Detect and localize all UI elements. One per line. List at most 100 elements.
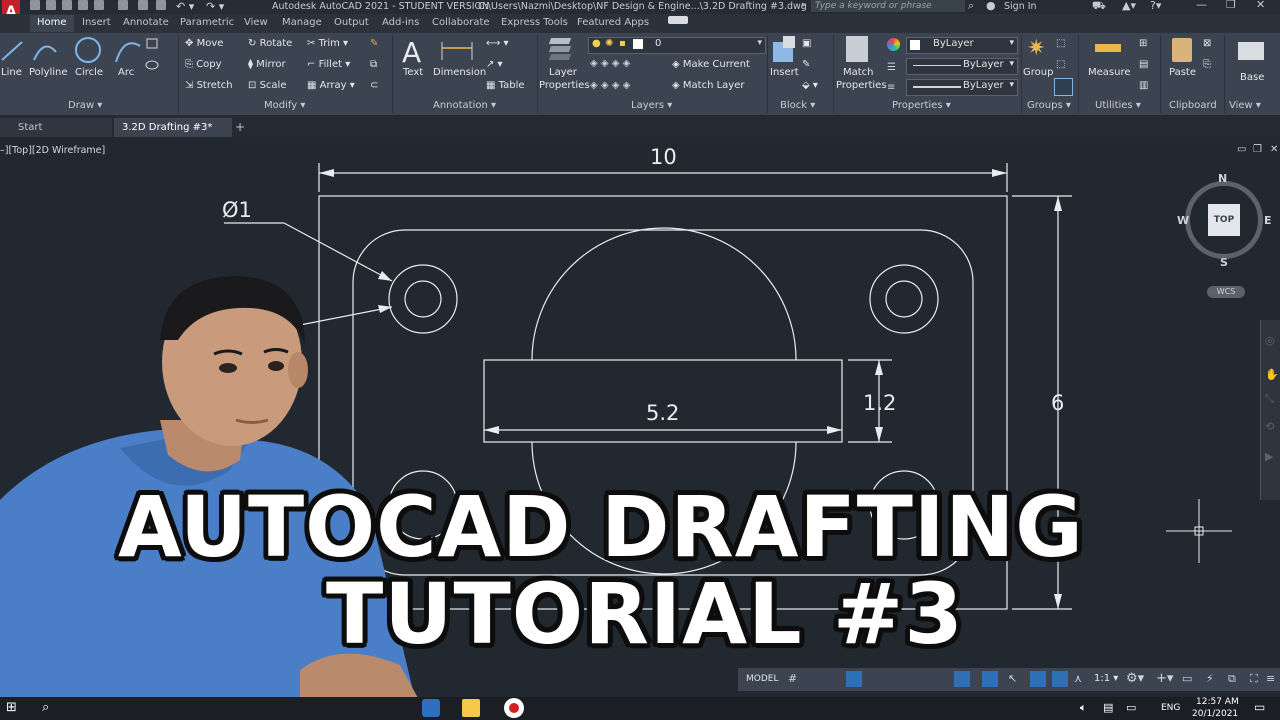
arc-button[interactable]: Arc [118, 67, 134, 78]
layer-properties-label-1[interactable]: Layer [549, 67, 577, 78]
tab-view[interactable]: View [244, 17, 268, 28]
cut-icon[interactable]: ⊠ [1203, 38, 1211, 49]
sticky-notes-icon[interactable] [462, 699, 480, 717]
search-input[interactable]: Type a keyword or phrase [811, 0, 965, 12]
paste-button[interactable]: Paste [1169, 67, 1196, 78]
table-button[interactable]: ▦ Table [486, 80, 525, 91]
layers-panel-label[interactable]: Layers ▾ [631, 100, 672, 111]
taskbar-app-icon[interactable] [422, 699, 440, 717]
create-block-icon[interactable]: ▣ [802, 38, 811, 49]
restore-icon[interactable]: ❐ [1226, 0, 1236, 11]
line-button[interactable]: Line [1, 67, 22, 78]
customization-icon[interactable]: ≡ [1266, 672, 1275, 685]
annotation-scale-dropdown[interactable]: 1:1 ▾ [1094, 673, 1118, 684]
circle-button[interactable]: Circle [75, 67, 103, 78]
polyline-button[interactable]: Polyline [29, 67, 68, 78]
quick-select-icon[interactable]: ⊞ [1139, 38, 1147, 49]
sign-in-button[interactable]: Sign In [1004, 1, 1037, 12]
dim-text-slot-width[interactable]: 5.2 [646, 401, 679, 425]
print-icon[interactable] [156, 0, 166, 10]
navigation-bar[interactable]: ◎ ✋ ⤡ ⟲ ▶ [1260, 320, 1280, 500]
insert-button[interactable]: Insert [770, 67, 799, 78]
tab-insert[interactable]: Insert [82, 17, 111, 28]
windows-start-icon[interactable]: ⊞ [6, 700, 17, 715]
copy-clip-icon[interactable]: ⎘ [1203, 59, 1211, 70]
center-arc-top[interactable] [531, 227, 797, 361]
edit-block-icon[interactable]: ✎ [802, 59, 810, 70]
layer-tools-row2[interactable]: ◈ ◈ ◈ ◈ [590, 80, 630, 91]
leader-icon[interactable]: ↗ ▾ [486, 59, 503, 70]
mirror-button[interactable]: ⧫ Mirror [248, 59, 286, 70]
tab-collaborate[interactable]: Collaborate [432, 17, 490, 28]
wcs-menu[interactable]: WCS [1207, 286, 1245, 298]
showmotion-icon[interactable]: ▶ [1265, 450, 1273, 463]
network-icon[interactable]: ▤ [1103, 701, 1113, 714]
annotation-panel-label[interactable]: Annotation ▾ [433, 100, 496, 111]
group-button[interactable]: Group [1023, 67, 1053, 78]
measure-button[interactable]: Measure [1088, 67, 1131, 78]
dim-text-height[interactable]: 6 [1051, 391, 1064, 415]
clipboard-panel-label[interactable]: Clipboard [1169, 100, 1217, 111]
id-point-icon[interactable]: ▥ [1139, 80, 1148, 91]
undo-icon[interactable]: ↶ ▾ [176, 0, 194, 13]
save-web-icon[interactable] [118, 0, 128, 10]
search-arrow-icon[interactable]: ▸ [802, 0, 807, 10]
minimize-icon[interactable]: — [1196, 0, 1207, 11]
isodraft-icon[interactable]: ↖ [1008, 672, 1017, 685]
group-edit-icon[interactable]: ⬚ [1056, 59, 1065, 70]
base-button[interactable]: Base [1240, 72, 1264, 83]
stretch-button[interactable]: ⇲ Stretch [185, 80, 233, 91]
annotation-monitor-icon[interactable]: +▾ [1156, 671, 1173, 686]
open-icon[interactable] [46, 0, 56, 10]
web-mobile-icon[interactable] [94, 0, 104, 10]
notifications-icon[interactable]: ▭ [1254, 700, 1265, 714]
ungroup-icon[interactable]: ⬚ [1056, 38, 1065, 49]
plot-icon[interactable] [138, 0, 148, 10]
match-properties-label-2[interactable]: Properties [836, 80, 887, 91]
erase-icon[interactable]: ✎ [370, 38, 378, 49]
steering-wheel-icon[interactable]: ◎ [1265, 334, 1275, 347]
search-icon[interactable]: ⌕ [968, 0, 974, 13]
ribbon-toggle-icon[interactable] [668, 16, 688, 24]
pan-icon[interactable]: ✋ [1265, 368, 1279, 381]
cart-icon[interactable]: ⛟ [1092, 0, 1106, 14]
annotation-scale-icon[interactable]: ⋏ [1074, 672, 1082, 685]
tab-parametric[interactable]: Parametric [180, 17, 234, 28]
compass-south[interactable]: S [1220, 256, 1228, 269]
tab-home[interactable]: Home [30, 15, 74, 32]
block-panel-label[interactable]: Block ▾ [780, 100, 815, 111]
dim-text-hole[interactable]: Ø1 [222, 198, 252, 222]
draw-panel-label[interactable]: Draw ▾ [68, 100, 102, 111]
move-button[interactable]: ✥ Move [185, 38, 223, 49]
linetype-dropdown[interactable]: ByLayer ▾ [906, 58, 1018, 75]
recorder-icon[interactable] [504, 698, 524, 718]
new-tab-button[interactable]: + [235, 120, 245, 134]
compass-east[interactable]: E [1264, 214, 1272, 227]
help-icon[interactable]: ?▾ [1150, 0, 1161, 12]
make-current-button[interactable]: ◈ Make Current [672, 59, 750, 70]
tab-featured-apps[interactable]: Featured Apps [577, 17, 649, 28]
redo-icon[interactable]: ↷ ▾ [206, 0, 224, 13]
properties-panel-label[interactable]: Properties ▾ [892, 100, 951, 111]
volume-icon[interactable]: 🔈︎ [1080, 701, 1087, 715]
dim-text-slot-height[interactable]: 1.2 [863, 391, 896, 415]
trim-button[interactable]: ✂ Trim ▾ [307, 38, 348, 49]
viewcube[interactable]: TOP N S E W [1177, 172, 1272, 269]
rotate-button[interactable]: ↻ Rotate [248, 38, 292, 49]
new-icon[interactable] [30, 0, 40, 10]
zoom-icon[interactable]: ⤡ [1265, 392, 1274, 406]
compass-west[interactable]: W [1177, 214, 1189, 227]
battery-icon[interactable]: ▭ [1126, 701, 1136, 714]
utilities-panel-label[interactable]: Utilities ▾ [1095, 100, 1141, 111]
array-button[interactable]: ▦ Array ▾ [307, 80, 355, 91]
text-button[interactable]: Text [403, 67, 423, 78]
dimension-button[interactable]: Dimension [433, 67, 486, 78]
snap-mode-icon[interactable] [846, 671, 862, 687]
calculator-icon[interactable]: ▤ [1139, 59, 1148, 70]
dim-text-width[interactable]: 10 [650, 145, 677, 169]
attribute-icon[interactable]: ⬙ ▾ [802, 80, 818, 91]
explode-icon[interactable]: ⧉ [370, 59, 377, 70]
layer-properties-label-2[interactable]: Properties [539, 80, 590, 91]
tab-annotate[interactable]: Annotate [123, 17, 169, 28]
hardware-accel-icon[interactable]: ⚡ [1206, 672, 1214, 685]
